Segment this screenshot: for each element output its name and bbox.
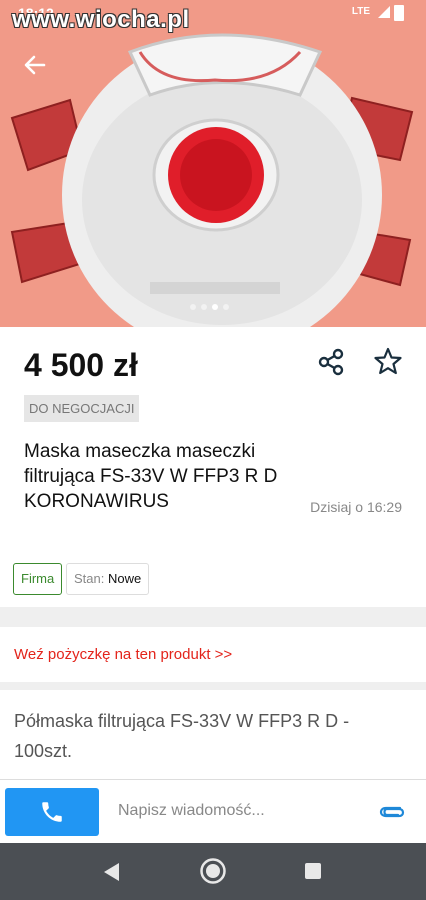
system-navigation-bar — [0, 843, 426, 900]
call-button[interactable] — [5, 788, 99, 836]
paperclip-icon[interactable] — [378, 802, 406, 822]
listing-title: Maska maseczka maseczki filtrująca FS-33… — [24, 441, 278, 512]
watermark: www.wiocha.pl — [12, 6, 190, 33]
gallery-dot-active[interactable] — [212, 304, 218, 310]
gallery-dot[interactable] — [201, 304, 207, 310]
loan-banner: Weź pożyczkę na ten produkt >> — [0, 627, 426, 682]
gallery-dot[interactable] — [223, 304, 229, 310]
listing-price: 4 500 zł — [24, 347, 138, 383]
seller-type-tag: Firma — [13, 563, 63, 595]
signal-icon — [378, 6, 390, 18]
message-composer: Napisz wiadomość... — [0, 779, 426, 844]
description-text: Półmaska filtrująca FS-33V W FFP3 R D - … — [14, 711, 350, 761]
product-photo — [0, 0, 426, 327]
share-icon[interactable] — [316, 347, 346, 377]
network-type: LTE — [351, 6, 370, 17]
arrow-left-icon[interactable] — [18, 48, 52, 82]
description-section: Półmaska filtrująca FS-33V W FFP3 R D - … — [0, 690, 426, 780]
negotiable-badge: DO NEGOCJACJI — [24, 395, 140, 422]
nav-back-icon[interactable] — [101, 861, 121, 883]
gallery-dot[interactable] — [190, 304, 196, 310]
battery-icon — [394, 5, 404, 21]
nav-home-icon[interactable] — [199, 857, 227, 885]
phone-icon — [42, 802, 62, 822]
star-outline-icon[interactable] — [372, 345, 404, 377]
product-image-gallery[interactable]: 18:12 LTE www.wiocha.pl — [0, 0, 426, 327]
nav-recents-icon[interactable] — [304, 862, 322, 880]
listing-details: 4 500 zł DO NEGOCJACJI Maska maseczka ma… — [0, 327, 426, 607]
gallery-pagination — [190, 304, 229, 310]
loan-link[interactable]: Weź pożyczkę na ten produkt >> — [14, 646, 232, 663]
message-input[interactable]: Napisz wiadomość... — [118, 802, 265, 820]
condition-tag: Stan: Nowe — [66, 563, 150, 595]
listing-date: Dzisiaj o 16:29 — [310, 499, 402, 515]
condition-label: Stan: — [74, 571, 105, 586]
condition-value: Nowe — [107, 571, 142, 586]
